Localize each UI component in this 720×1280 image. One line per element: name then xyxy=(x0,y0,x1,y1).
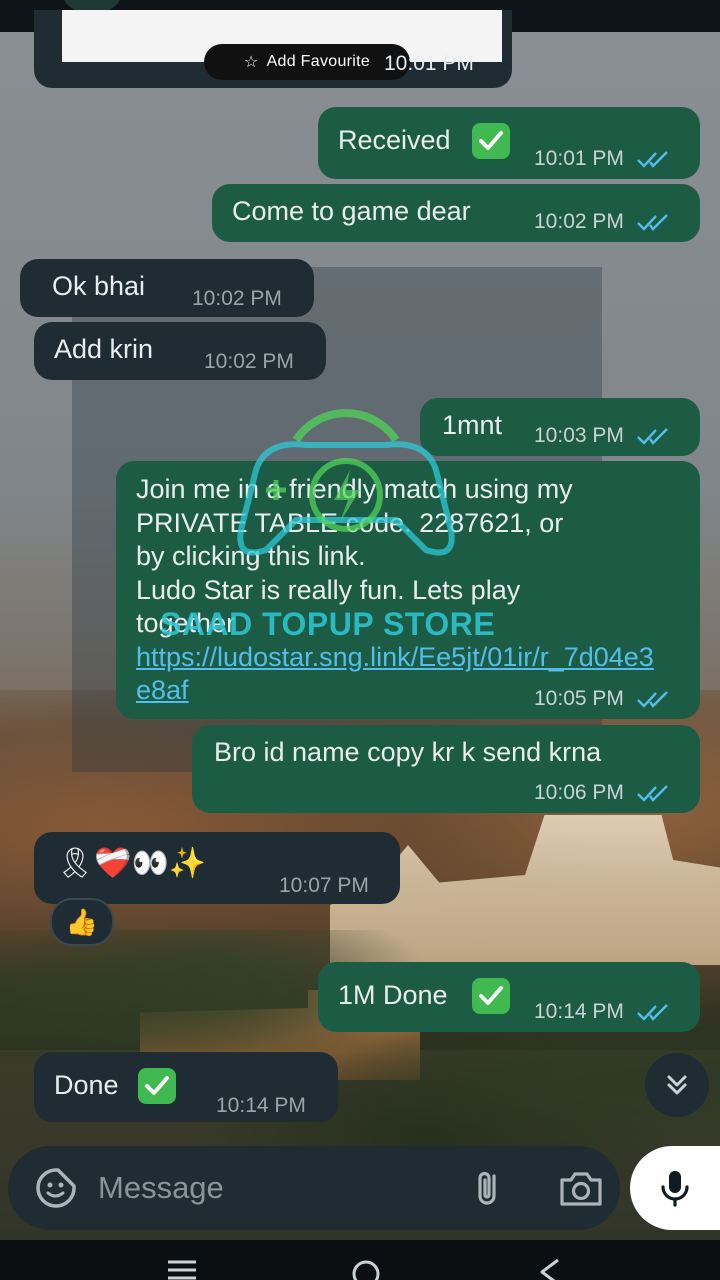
message-bubble-outgoing[interactable]: 1M Done 10:14 PM xyxy=(318,962,700,1032)
image-message[interactable]: ☆ Add Favourite 10:01 PM xyxy=(34,10,512,88)
watermark-text: SAAD TOPUP STORE xyxy=(160,606,496,642)
check-emoji-icon xyxy=(472,978,510,1014)
double-check-icon xyxy=(636,691,668,709)
message-bubble-incoming[interactable]: Done 10:14 PM xyxy=(34,1052,338,1122)
message-time: 10:14 PM xyxy=(534,1000,624,1023)
star-icon: ☆ xyxy=(243,54,259,71)
message-time: 10:07 PM xyxy=(279,874,369,897)
add-favourite-button[interactable]: ☆ Add Favourite xyxy=(204,44,410,80)
message-bubble-incoming[interactable]: Ok bhai 10:02 PM xyxy=(20,259,314,317)
message-bubble-incoming[interactable]: Add krin 10:02 PM xyxy=(34,322,326,380)
message-bubble-incoming[interactable]: 🎗❤️‍🩹👀✨ 10:07 PM xyxy=(34,832,400,904)
sticker-icon[interactable] xyxy=(34,1166,78,1210)
home-icon[interactable] xyxy=(350,1258,382,1280)
gamepad-logo-icon xyxy=(237,409,455,556)
message-text: Done xyxy=(54,1070,119,1100)
message-time: 10:02 PM xyxy=(192,287,282,310)
attach-icon[interactable] xyxy=(466,1166,510,1210)
message-text: Received xyxy=(338,125,451,155)
message-time: 10:01 PM xyxy=(534,147,624,170)
check-emoji-icon xyxy=(472,123,510,159)
message-time: 10:01 PM xyxy=(384,52,474,75)
double-check-icon xyxy=(636,214,668,232)
message-input[interactable]: Message xyxy=(98,1170,224,1206)
message-time: 10:14 PM xyxy=(216,1094,306,1117)
message-text: 1M Done xyxy=(338,980,448,1010)
message-bubble-outgoing[interactable]: Come to game dear 10:02 PM xyxy=(212,184,700,242)
message-text: Ok bhai xyxy=(52,271,146,301)
message-text: Bro id name copy kr k send krna xyxy=(214,737,602,767)
system-nav-bar xyxy=(0,1240,720,1280)
double-check-icon xyxy=(636,1004,668,1022)
message-reaction[interactable]: 👍 xyxy=(50,898,114,946)
scroll-down-button[interactable] xyxy=(645,1053,709,1117)
message-text: 🎗❤️‍🩹👀✨ xyxy=(56,847,207,880)
mic-icon xyxy=(661,1171,689,1207)
message-time: 10:06 PM xyxy=(534,781,624,804)
message-bubble-outgoing[interactable]: Bro id name copy kr k send krna 10:06 PM xyxy=(192,725,700,813)
message-time: 10:05 PM xyxy=(534,687,624,710)
message-text: Add krin xyxy=(54,334,154,364)
double-check-icon xyxy=(636,785,668,803)
double-check-icon xyxy=(636,151,668,169)
message-bubble-outgoing[interactable]: 1mnt 10:03 PM xyxy=(420,398,700,456)
message-time: 10:03 PM xyxy=(534,424,624,447)
camera-icon[interactable] xyxy=(556,1166,606,1210)
message-text: Come to game dear xyxy=(232,196,471,226)
double-check-icon xyxy=(636,428,668,446)
message-input-bar[interactable]: Message xyxy=(8,1146,620,1230)
recents-icon[interactable] xyxy=(166,1258,198,1280)
message-time: 10:02 PM xyxy=(534,210,624,233)
check-emoji-icon xyxy=(138,1068,176,1104)
message-bubble-outgoing[interactable]: Received 10:01 PM xyxy=(318,107,700,179)
voice-message-button[interactable] xyxy=(630,1146,720,1230)
scroll-down-icon xyxy=(667,1075,687,1095)
message-time: 10:02 PM xyxy=(204,350,294,373)
back-icon[interactable] xyxy=(536,1258,564,1280)
